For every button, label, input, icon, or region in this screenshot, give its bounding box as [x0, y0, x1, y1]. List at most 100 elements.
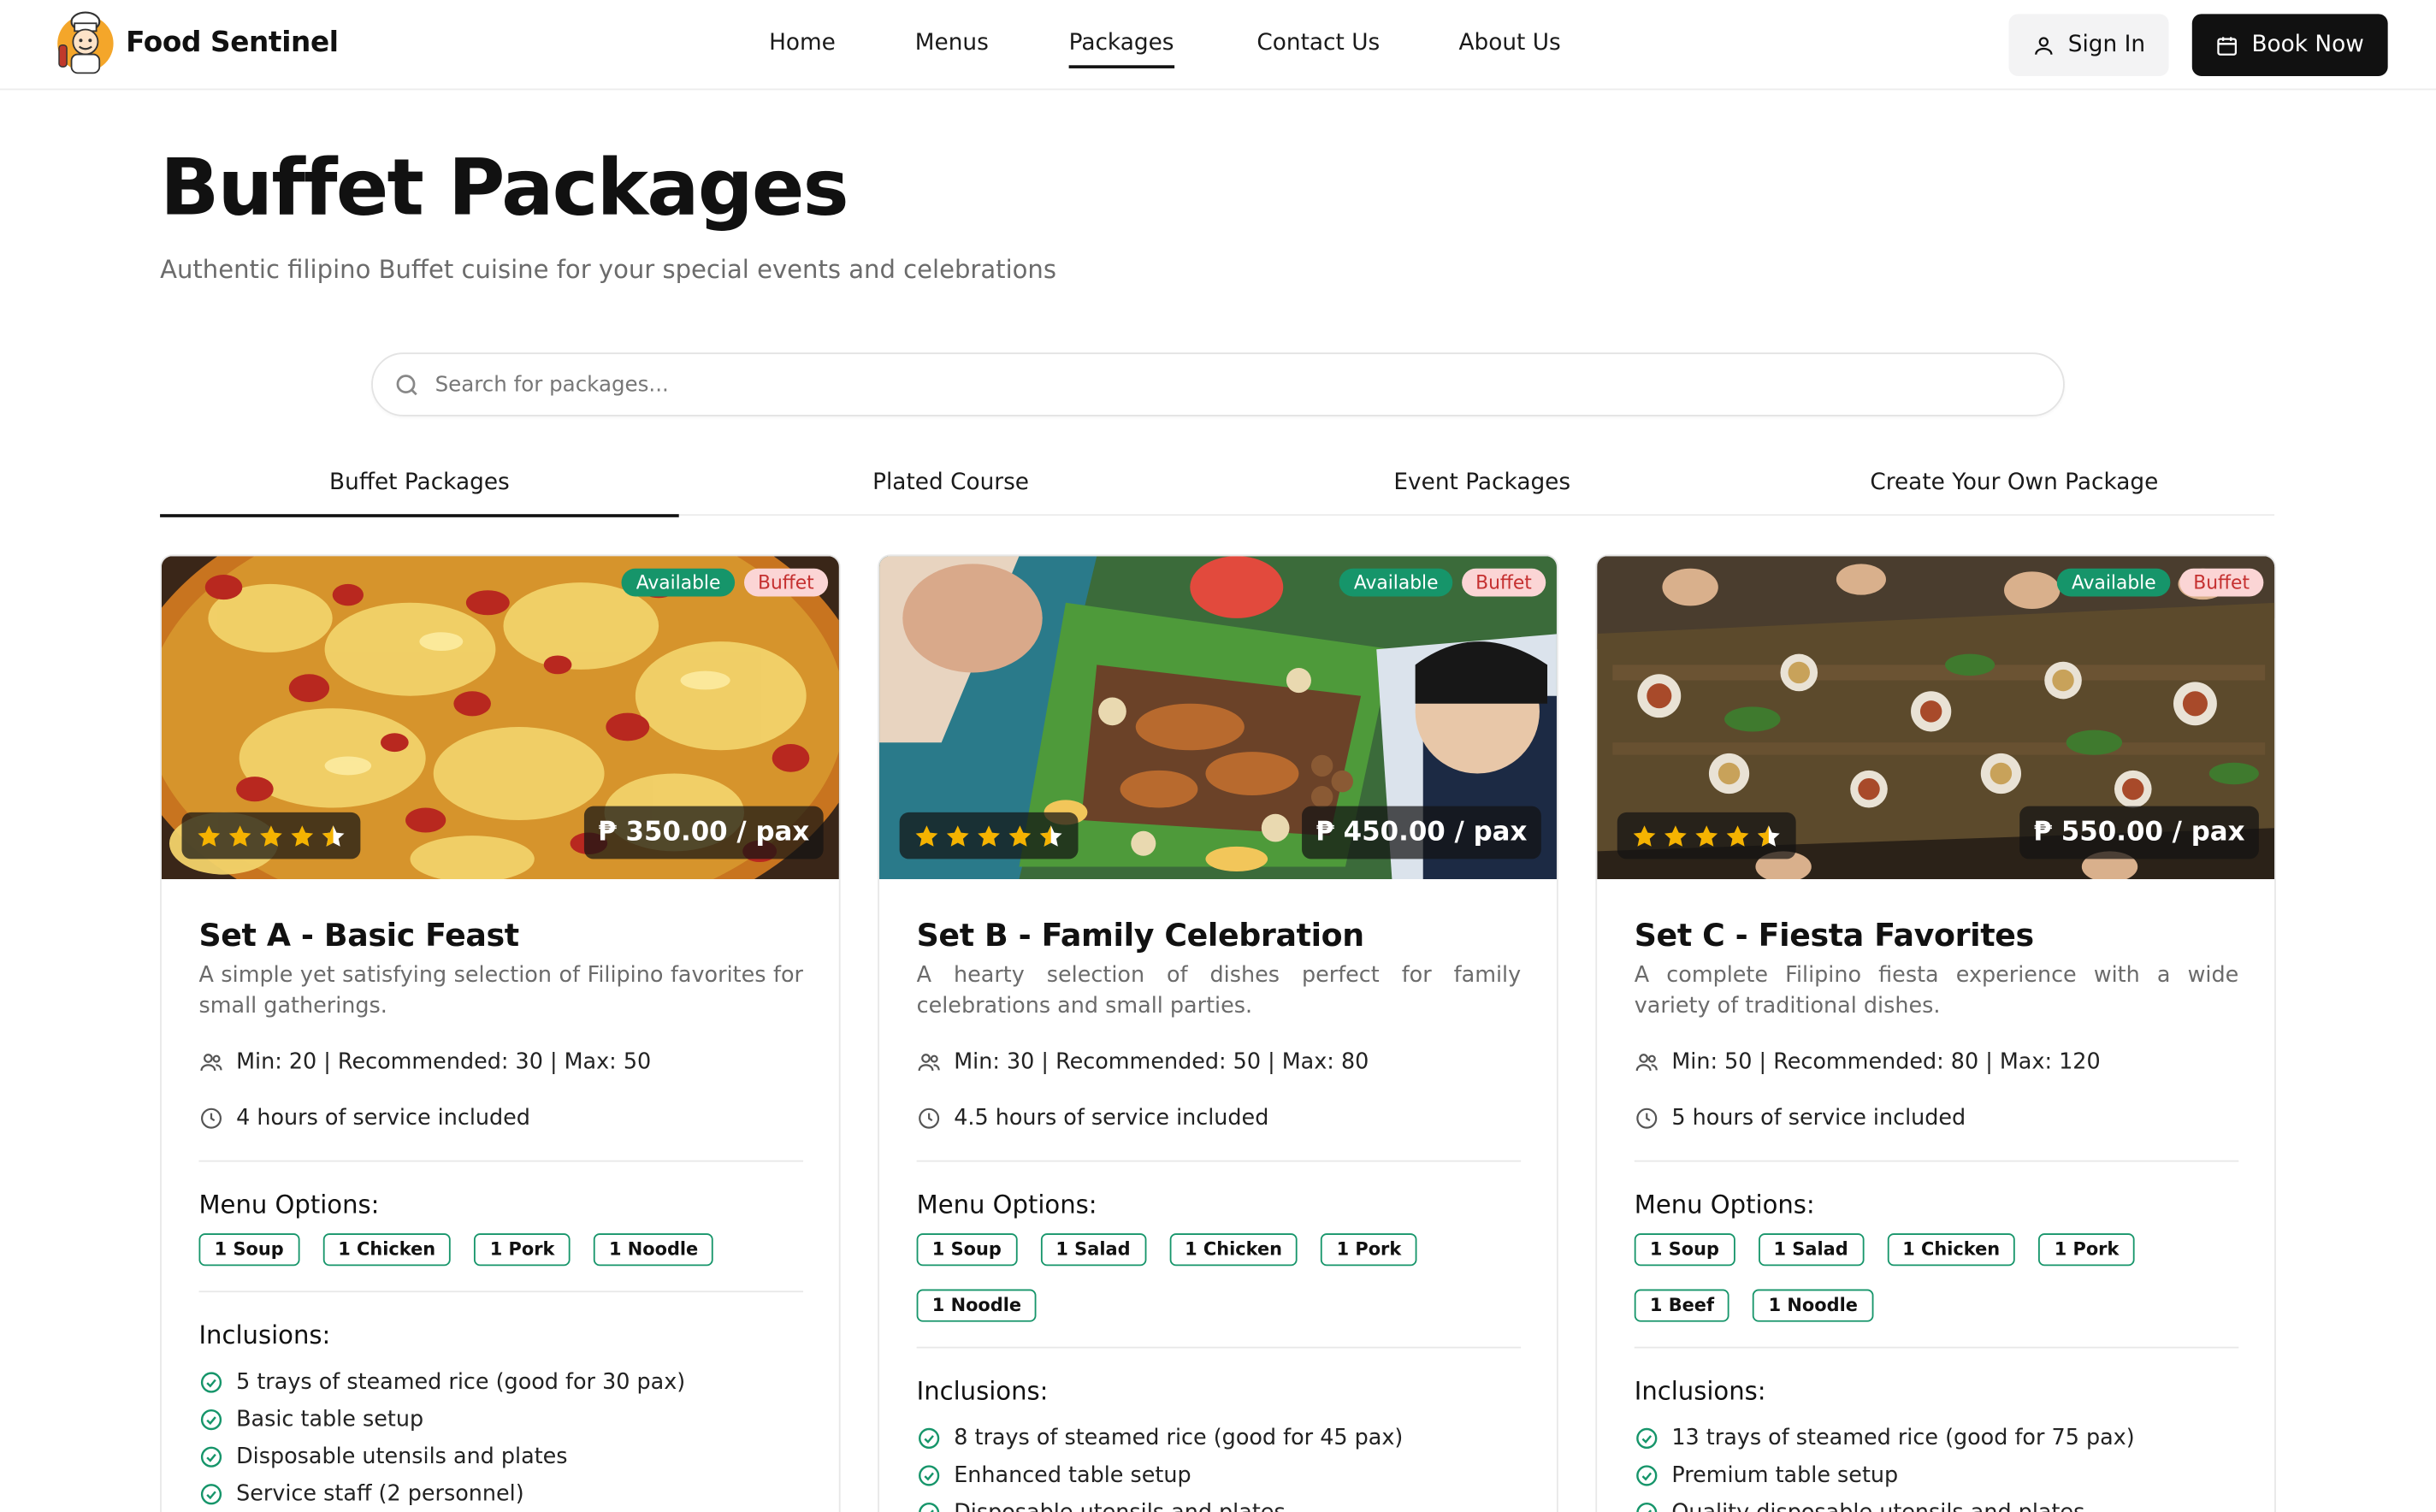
menu-chip: 1 Noodle: [1753, 1289, 1874, 1322]
check-circle-icon: [1636, 1502, 1658, 1512]
check-circle-icon: [200, 1409, 222, 1431]
nav-link-menus[interactable]: Menus: [915, 31, 989, 56]
page-subtitle: Authentic filipino Buffet cuisine for yo…: [160, 254, 1056, 285]
type-badge: Buffet: [743, 568, 829, 597]
capacity-text: Min: 50 | Recommended: 80 | Max: 120: [1671, 1049, 2101, 1075]
menu-chip: 1 Soup: [916, 1233, 1017, 1267]
check-circle-icon: [919, 1502, 940, 1512]
menu-chip: 1 Chicken: [1887, 1233, 2016, 1267]
menu-chip: 1 Soup: [1634, 1233, 1735, 1267]
capacity-text: Min: 20 | Recommended: 30 | Max: 50: [236, 1049, 652, 1075]
service-text: 5 hours of service included: [1671, 1106, 1966, 1131]
divider: [1634, 1160, 2239, 1162]
star-icon: [260, 824, 282, 846]
book-now-button[interactable]: Book Now: [2191, 14, 2388, 76]
user-icon: [2035, 36, 2053, 55]
star-icon: [1633, 824, 1656, 846]
menu-options-heading: Menu Options:: [1634, 1190, 1815, 1220]
status-badge: Available: [2057, 568, 2171, 597]
menu-chip: 1 Chicken: [1168, 1233, 1298, 1267]
users-icon: [918, 1054, 940, 1072]
nav-link-home[interactable]: Home: [769, 31, 836, 56]
calendar-icon: [2217, 36, 2238, 56]
nav-link-about-us[interactable]: About Us: [1459, 31, 1561, 56]
inclusions-heading: Inclusions:: [1634, 1376, 1766, 1406]
tab-buffet-packages[interactable]: Buffet Packages: [160, 460, 679, 517]
inclusion-item: Disposable utensils and plates: [236, 1444, 568, 1470]
inclusion-item: 5 trays of steamed rice (good for 30 pax…: [236, 1369, 686, 1396]
service-text: 4.5 hours of service included: [954, 1106, 1269, 1131]
star-rating: [1617, 812, 1796, 859]
star-icon: [978, 824, 1000, 846]
half-star-icon: [1039, 824, 1062, 846]
tab-event-packages[interactable]: Event Packages: [1222, 460, 1741, 516]
star-icon: [946, 824, 969, 846]
package-name: Set A - Basic Feast: [198, 916, 519, 954]
service-text: 4 hours of service included: [236, 1106, 530, 1131]
star-icon: [1726, 824, 1749, 846]
inclusions-heading: Inclusions:: [916, 1376, 1049, 1406]
menu-options-heading: Menu Options:: [198, 1190, 380, 1220]
menu-chip: 1 Noodle: [593, 1233, 714, 1267]
check-circle-icon: [919, 1427, 940, 1450]
tab-plated-course[interactable]: Plated Course: [691, 460, 1210, 516]
type-badge: Buffet: [1461, 568, 1546, 597]
divider: [1634, 1346, 2239, 1349]
check-circle-icon: [200, 1446, 222, 1468]
divider: [198, 1160, 804, 1162]
check-circle-icon: [919, 1465, 940, 1486]
tab-create-your-own-package[interactable]: Create Your Own Package: [1754, 460, 2274, 516]
check-circle-icon: [200, 1484, 222, 1505]
star-icon: [915, 824, 938, 846]
menu-chip: 1 Soup: [198, 1233, 299, 1267]
top-navbar: Food Sentinel Home Menus Packages Contac…: [0, 0, 2436, 91]
divider: [916, 1346, 1522, 1349]
package-image: Available Buffet ₱ 550.00 / pax: [1597, 556, 2275, 880]
nav-link-contact-us[interactable]: Contact Us: [1256, 31, 1380, 56]
package-name: Set B - Family Celebration: [916, 916, 1365, 954]
divider: [198, 1291, 804, 1293]
inclusion-item: 8 trays of steamed rice (good for 45 pax…: [954, 1426, 1404, 1451]
divider: [916, 1160, 1522, 1162]
sign-in-label: Sign In: [2067, 32, 2146, 58]
menu-chip: 1 Chicken: [322, 1233, 452, 1267]
book-now-label: Book Now: [2251, 32, 2364, 58]
status-badge: Available: [1339, 568, 1452, 597]
star-icon: [198, 824, 221, 846]
users-icon: [200, 1054, 222, 1072]
search-input[interactable]: [435, 354, 2036, 415]
menu-chip: 1 Pork: [474, 1233, 571, 1267]
package-card[interactable]: Available Buffet ₱ 550.00 / pax Set C - …: [1595, 554, 2276, 1512]
search-icon: [396, 375, 417, 396]
capacity-text: Min: 30 | Recommended: 50 | Max: 80: [954, 1049, 1369, 1075]
package-tabs: Buffet Packages Plated Course Event Pack…: [160, 460, 2275, 517]
package-image: Available Buffet ₱ 450.00 / pax: [879, 556, 1557, 880]
clock-icon: [1636, 1107, 1658, 1129]
inclusion-item: Premium table setup: [1671, 1462, 1899, 1489]
type-badge: Buffet: [2179, 568, 2264, 597]
sign-in-button[interactable]: Sign In: [2008, 14, 2169, 76]
menu-chip: 1 Beef: [1634, 1289, 1730, 1322]
menu-chip: 1 Salad: [1758, 1233, 1864, 1267]
nav-link-packages[interactable]: Packages: [1068, 31, 1174, 68]
inclusion-item: Service staff (2 personnel): [236, 1481, 524, 1507]
menu-chip: 1 Noodle: [916, 1289, 1038, 1322]
star-rating: [181, 812, 361, 859]
price-tag: ₱ 350.00 / pax: [583, 806, 824, 859]
price-tag: ₱ 550.00 / pax: [2019, 806, 2259, 859]
package-description: A complete Filipino fiesta experience wi…: [1634, 963, 2239, 1019]
star-icon: [1664, 824, 1687, 846]
star-icon: [291, 824, 314, 846]
package-card[interactable]: Available Buffet ₱ 450.00 / pax Set B - …: [878, 554, 1558, 1512]
half-star-icon: [1757, 824, 1780, 846]
package-image: Available Buffet ₱ 350.00 / pax: [161, 556, 839, 880]
package-description: A hearty selection of dishes perfect for…: [916, 963, 1522, 1019]
star-icon: [1008, 824, 1032, 846]
half-star-icon: [322, 824, 345, 846]
menu-chip: 1 Pork: [2038, 1233, 2135, 1267]
check-circle-icon: [200, 1372, 222, 1393]
package-card[interactable]: Available Buffet ₱ 350.00 / pax Set A - …: [160, 554, 841, 1512]
users-icon: [1635, 1054, 1658, 1072]
inclusions-heading: Inclusions:: [198, 1320, 331, 1350]
clock-icon: [201, 1107, 222, 1129]
